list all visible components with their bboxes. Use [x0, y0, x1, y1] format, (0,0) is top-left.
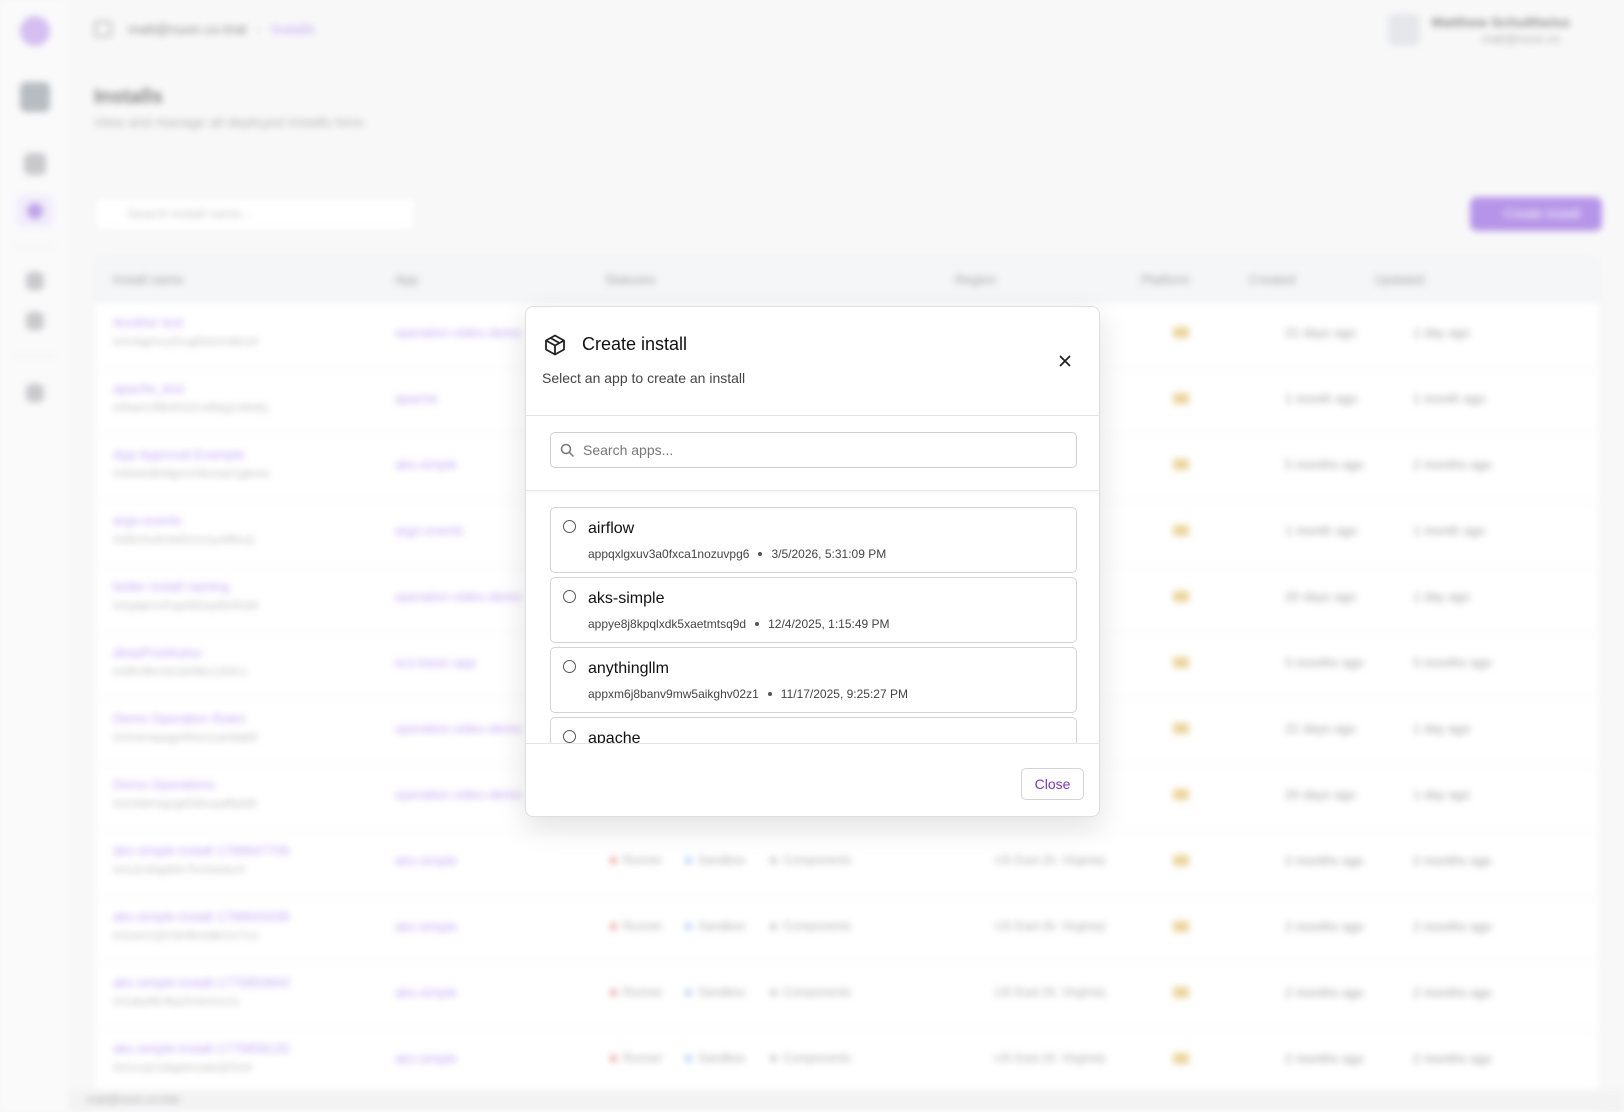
app-option[interactable]: anythingllm appxm6j8banv9mw5aikghv02z1 11/… — [550, 647, 1077, 713]
app-name: aks-simple — [588, 590, 665, 607]
app-search-field[interactable] — [550, 432, 1077, 468]
app-option[interactable]: aks-simple appye8j8kpqlxdk5xaetmtsq9d 12/4… — [550, 577, 1077, 643]
app-option[interactable]: airflow appqxlgxuv3a0fxca1nozuvpg6 3/5/202… — [550, 507, 1077, 573]
separator-dot — [758, 551, 763, 556]
radio-button[interactable] — [563, 660, 576, 673]
app-meta: appye8j8kpqlxdk5xaetmtsq9d 12/4/2025, 1:1… — [588, 617, 890, 631]
close-button[interactable]: Close — [1021, 768, 1084, 800]
app-name: apache — [588, 730, 641, 743]
separator-dot — [755, 621, 760, 626]
app-search-section — [526, 416, 1099, 491]
package-icon — [545, 334, 565, 356]
app-created-date: 3/5/2026, 5:31:09 PM — [771, 547, 887, 561]
app-search-input[interactable] — [583, 433, 1063, 467]
app-id: appye8j8kpqlxdk5xaetmtsq9d — [588, 617, 747, 631]
modal-subtitle: Select an app to create an install — [542, 370, 746, 386]
separator-dot — [767, 691, 772, 696]
app-name: airflow — [588, 520, 635, 537]
app-list[interactable]: airflow appqxlgxuv3a0fxca1nozuvpg6 3/5/202… — [526, 491, 1099, 743]
search-icon — [560, 443, 574, 457]
modal-footer: Close — [526, 743, 1099, 816]
app-name: anythingllm — [588, 660, 669, 677]
app-id: appxm6j8banv9mw5aikghv02z1 — [588, 687, 759, 701]
modal-title: Create install — [582, 334, 688, 354]
app-option[interactable]: apache — [550, 717, 1077, 743]
radio-button[interactable] — [563, 590, 576, 603]
app-created-date: 12/4/2025, 1:15:49 PM — [768, 617, 890, 631]
app-meta: appxm6j8banv9mw5aikghv02z1 11/17/2025, 9:… — [588, 687, 908, 701]
close-icon[interactable] — [1055, 351, 1075, 371]
modal-header: Create install Select an app to create a… — [526, 307, 1099, 416]
create-install-modal: Create install Select an app to create a… — [525, 306, 1100, 817]
app-created-date: 11/17/2025, 9:25:27 PM — [780, 687, 908, 701]
radio-button[interactable] — [563, 520, 576, 533]
app-id: appqxlgxuv3a0fxca1nozuvpg6 — [588, 547, 750, 561]
radio-button[interactable] — [563, 730, 576, 743]
app-meta: appqxlgxuv3a0fxca1nozuvpg6 3/5/2026, 5:31… — [588, 547, 886, 561]
